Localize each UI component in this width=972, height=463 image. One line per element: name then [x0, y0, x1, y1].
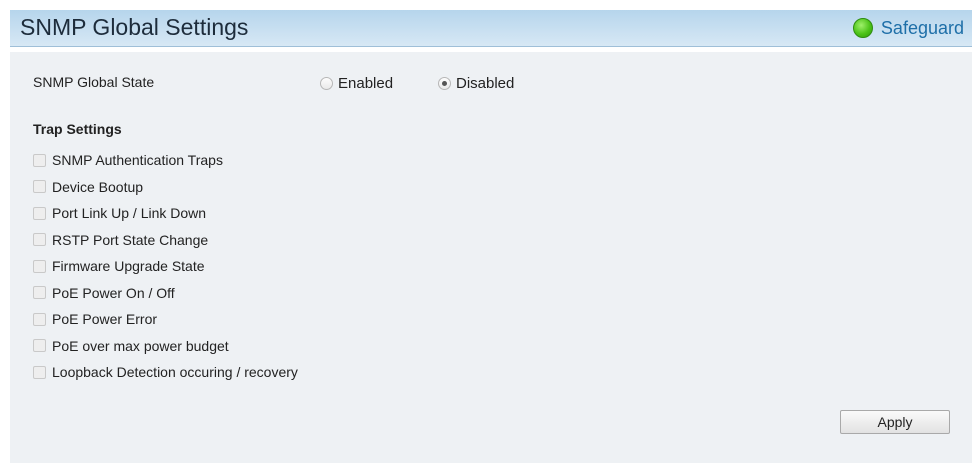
safeguard-status-icon	[852, 18, 873, 38]
safeguard-indicator: Safeguard	[852, 14, 964, 42]
radio-disabled[interactable]	[438, 77, 451, 90]
trap-item-label: Device Bootup	[52, 178, 144, 195]
trap-item-device-bootup[interactable]: Device Bootup	[33, 174, 298, 201]
trap-item-firmware-upgrade-state[interactable]: Firmware Upgrade State	[33, 253, 298, 280]
trap-item-poe-over-max-power-budget[interactable]: PoE over max power budget	[33, 333, 298, 360]
checkbox-poe-power-error[interactable]	[33, 312, 46, 326]
snmp-global-state-label: SNMP Global State	[33, 74, 155, 90]
trap-item-label: Loopback Detection occuring / recovery	[52, 364, 298, 381]
radio-disabled-label: Disabled	[456, 75, 515, 92]
page-title: SNMP Global Settings	[20, 14, 249, 40]
checkbox-snmp-authentication-traps[interactable]	[33, 153, 46, 167]
trap-item-poe-power-on-off[interactable]: PoE Power On / Off	[33, 280, 298, 307]
radio-disabled-option[interactable]: Disabled	[438, 75, 514, 92]
trap-settings-list: SNMP Authentication Traps Device Bootup …	[33, 147, 298, 386]
radio-enabled-option[interactable]: Enabled	[320, 75, 393, 92]
trap-item-label: PoE Power Error	[52, 311, 158, 328]
trap-item-snmp-authentication-traps[interactable]: SNMP Authentication Traps	[33, 147, 298, 174]
page-header: SNMP Global Settings Safeguard	[10, 10, 972, 47]
checkbox-port-link-up-down[interactable]	[33, 206, 46, 220]
trap-item-label: Port Link Up / Link Down	[52, 205, 207, 222]
trap-item-label: SNMP Authentication Traps	[52, 152, 223, 169]
trap-item-label: PoE Power On / Off	[52, 284, 175, 301]
checkbox-firmware-upgrade-state[interactable]	[33, 259, 46, 273]
radio-enabled[interactable]	[320, 77, 333, 90]
apply-button[interactable]: Apply	[840, 410, 950, 434]
settings-panel: SNMP Global State Enabled Disabled Trap …	[10, 52, 972, 463]
checkbox-poe-over-max-power-budget[interactable]	[33, 339, 46, 353]
safeguard-label: Safeguard	[880, 17, 964, 38]
checkbox-rstp-port-state-change[interactable]	[33, 233, 46, 247]
trap-settings-heading: Trap Settings	[33, 121, 122, 137]
checkbox-poe-power-on-off[interactable]	[33, 286, 46, 300]
radio-enabled-label: Enabled	[338, 75, 394, 92]
checkbox-device-bootup[interactable]	[33, 180, 46, 194]
trap-item-rstp-port-state-change[interactable]: RSTP Port State Change	[33, 227, 298, 254]
trap-item-loopback-detection[interactable]: Loopback Detection occuring / recovery	[33, 359, 298, 386]
checkbox-loopback-detection[interactable]	[33, 365, 46, 379]
trap-item-port-link-up-down[interactable]: Port Link Up / Link Down	[33, 200, 298, 227]
trap-item-label: PoE over max power budget	[52, 337, 229, 354]
trap-item-label: Firmware Upgrade State	[52, 258, 205, 275]
trap-item-poe-power-error[interactable]: PoE Power Error	[33, 306, 298, 333]
snmp-global-settings-page: SNMP Global Settings Safeguard SNMP Glob…	[0, 0, 972, 463]
trap-item-label: RSTP Port State Change	[52, 231, 209, 248]
